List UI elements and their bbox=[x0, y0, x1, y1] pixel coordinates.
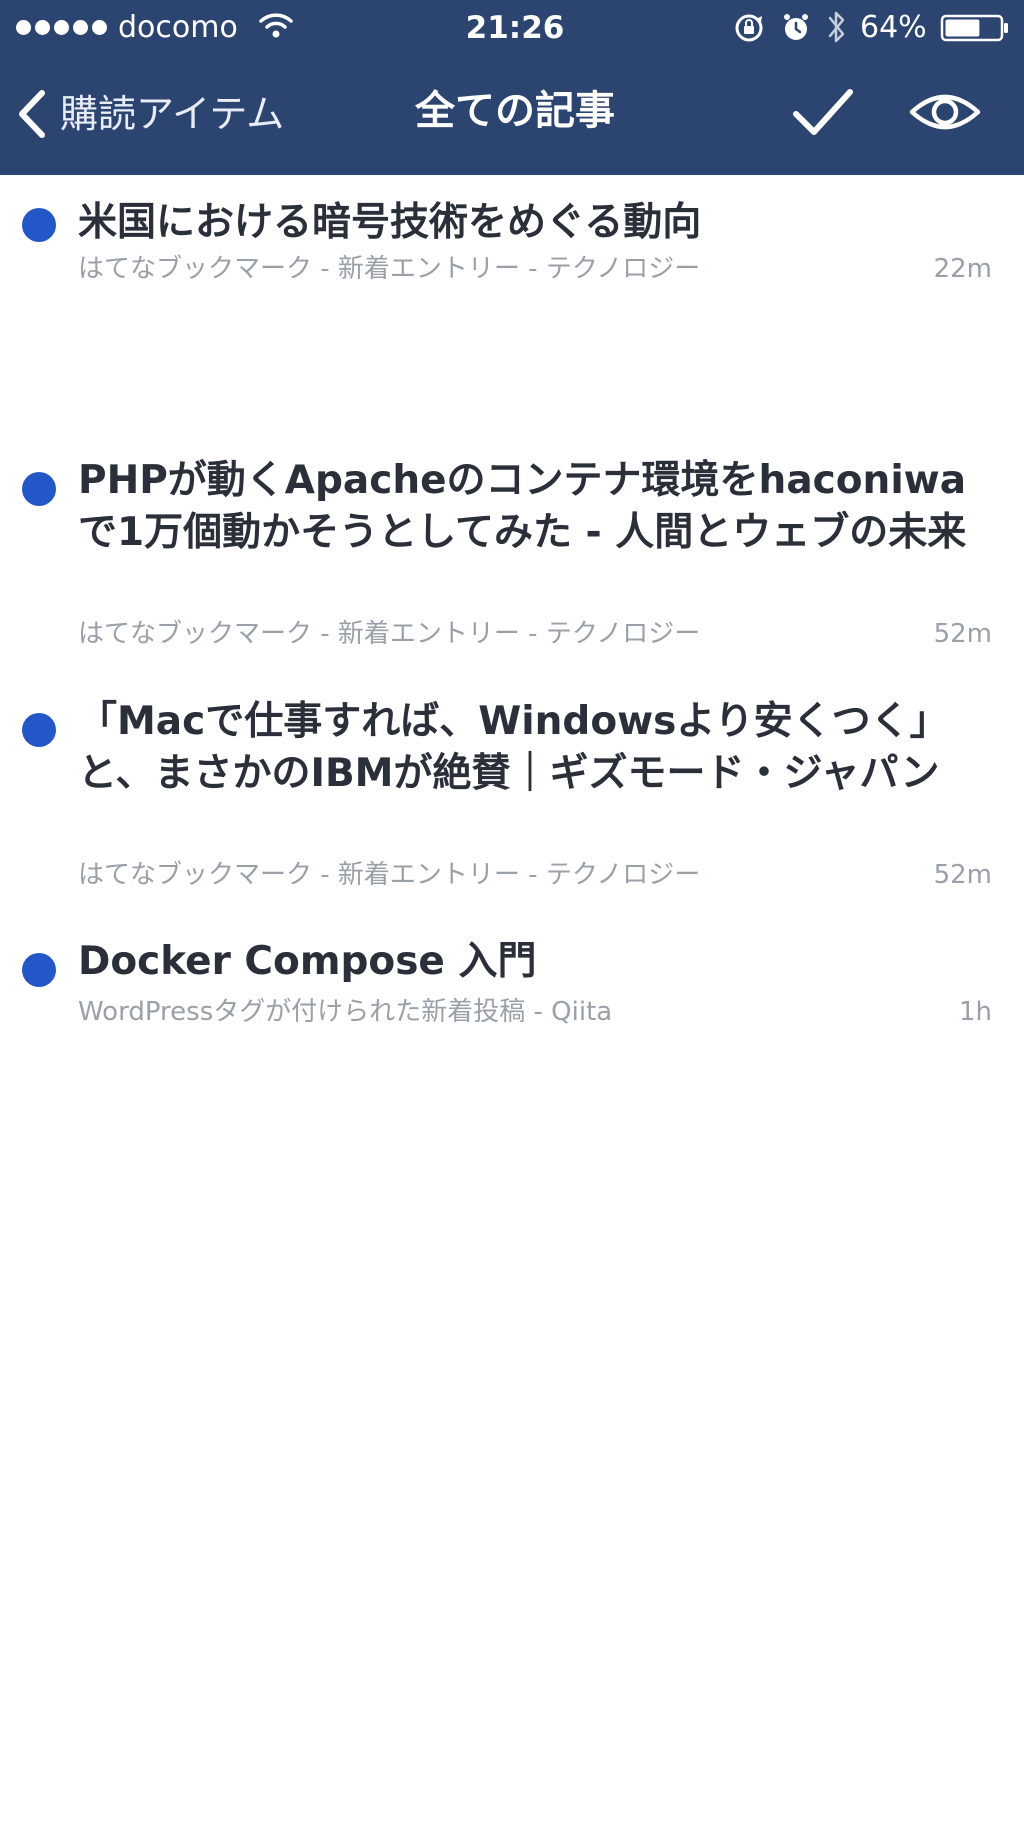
checkmark-icon[interactable] bbox=[790, 82, 856, 142]
article-item[interactable]: 「Macで仕事すれば、Windowsより安くつく」と、まさかのIBMが絶賛｜ギズ… bbox=[0, 541, 1024, 890]
signal-dot bbox=[35, 20, 50, 35]
article-item[interactable]: 米国における暗号技術をめぐる動向 はてなブックマーク - 新着エントリー - テ… bbox=[0, 175, 1024, 300]
unread-indicator bbox=[22, 713, 56, 747]
article-list: 米国における暗号技術をめぐる動向 はてなブックマーク - 新着エントリー - テ… bbox=[0, 175, 1024, 1027]
article-time: 1h bbox=[958, 997, 992, 1027]
page-title: 全ての記事 bbox=[415, 88, 615, 134]
signal-dots-icon bbox=[16, 20, 107, 35]
bluetooth-icon bbox=[828, 11, 845, 43]
eye-icon[interactable] bbox=[908, 86, 982, 138]
article-title: Docker Compose 入門 bbox=[78, 939, 537, 984]
article-source: WordPressタグが付けられた新着投稿 - Qiita bbox=[78, 997, 613, 1027]
unread-indicator bbox=[22, 472, 56, 506]
article-item[interactable]: Docker Compose 入門 WordPressタグが付けられた新着投稿 … bbox=[0, 781, 1024, 1027]
back-button[interactable]: 購読アイテム bbox=[14, 84, 284, 144]
article-time: 22m bbox=[933, 254, 992, 284]
battery-icon bbox=[940, 14, 1008, 42]
signal-dot bbox=[92, 20, 107, 35]
back-label: 購読アイテム bbox=[60, 92, 285, 136]
status-time: 21:26 bbox=[465, 10, 565, 46]
article-title: 米国における暗号技術をめぐる動向 bbox=[78, 200, 702, 245]
signal-dot bbox=[73, 20, 88, 35]
navigation-bar: 購読アイテム 全ての記事 bbox=[0, 72, 1024, 162]
wifi-icon bbox=[259, 13, 293, 38]
rotation-lock-icon bbox=[735, 14, 763, 42]
signal-dot bbox=[16, 20, 31, 35]
chevron-left-icon bbox=[19, 90, 45, 138]
carrier-name: docomo bbox=[118, 10, 238, 45]
article-source: はてなブックマーク - 新着エントリー - テクノロジー bbox=[78, 254, 701, 284]
status-bar: docomo 21:26 64% bbox=[0, 0, 1024, 56]
battery-percent: 64% bbox=[860, 10, 927, 45]
article-item[interactable]: PHPが動くApacheのコンテナ環境をhaconiwaで1万個動かそうとしてみ… bbox=[0, 300, 1024, 649]
unread-indicator bbox=[22, 208, 56, 242]
alarm-icon bbox=[784, 14, 808, 40]
phone-screen: docomo 21:26 64% 購読アイテム 全ての記事 米国における暗号技術… bbox=[0, 0, 1024, 1823]
signal-dot bbox=[54, 20, 69, 35]
top-bar: docomo 21:26 64% 購読アイテム 全ての記事 bbox=[0, 0, 1024, 175]
unread-indicator bbox=[22, 953, 56, 987]
